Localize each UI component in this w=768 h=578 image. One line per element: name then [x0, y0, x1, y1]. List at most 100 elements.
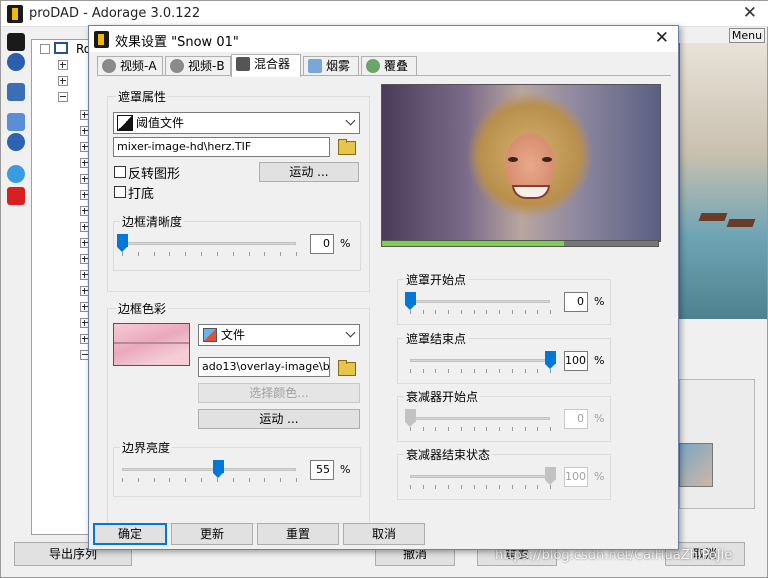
- slider-tick: [201, 252, 203, 256]
- tree-root-toggle[interactable]: [40, 44, 50, 54]
- mask-end-group: 遮罩结束点 100 %: [397, 330, 611, 384]
- mask-end-track[interactable]: [410, 359, 550, 362]
- dialog-titlebar: 效果设置 "Snow 01" ✕: [89, 26, 678, 52]
- effect-preview-image: [381, 84, 661, 242]
- tab-overlay[interactable]: 覆叠: [361, 56, 417, 76]
- update-button[interactable]: 更新: [171, 523, 253, 545]
- mask-end-label: 遮罩结束点: [404, 330, 469, 347]
- slider-tick: [499, 369, 501, 373]
- smoke-icon: [308, 59, 322, 73]
- preview-progress-bar[interactable]: [381, 240, 659, 247]
- main-thumbnail[interactable]: [679, 443, 713, 487]
- edge-sharpness-label: 边框清晰度: [120, 213, 185, 230]
- fader-start-input[interactable]: 0: [564, 409, 588, 429]
- dialog-close-button[interactable]: ✕: [655, 28, 669, 48]
- slider-tick: [435, 427, 437, 431]
- gear-icon[interactable]: [7, 133, 25, 151]
- fader-start-track[interactable]: [410, 417, 550, 420]
- mask-group-label: 遮罩属性: [116, 88, 169, 105]
- fader-end-input[interactable]: 100: [564, 467, 588, 487]
- slider-tick: [185, 252, 187, 256]
- slider-tick: [537, 427, 539, 431]
- border-file-field[interactable]: ado13\overlay-image\back: [198, 357, 330, 377]
- underlay-label: 打底: [128, 187, 155, 202]
- main-close-button[interactable]: ✕: [743, 3, 757, 23]
- slider-tick: [486, 369, 488, 373]
- mask-folder-icon[interactable]: [337, 138, 356, 155]
- slider-tick: [486, 485, 488, 489]
- slider-tick: [410, 310, 411, 314]
- logo-tool-icon[interactable]: [7, 33, 25, 51]
- border-color-group-label: 边框色彩: [116, 300, 169, 317]
- choose-color-button[interactable]: 选择颜色...: [198, 383, 360, 403]
- mask-start-input[interactable]: 0: [564, 292, 588, 312]
- mask-motion-button[interactable]: 运动 ...: [259, 162, 359, 182]
- tab-smoke[interactable]: 烟雾: [303, 56, 359, 76]
- slider-tick: [410, 485, 411, 489]
- underlay-checkbox[interactable]: [114, 186, 126, 198]
- border-source-select[interactable]: 文件: [198, 324, 360, 346]
- slider-tick: [410, 427, 411, 431]
- mask-start-ticks: [410, 310, 551, 315]
- slider-tick: [216, 252, 218, 256]
- fader-end-track[interactable]: [410, 475, 550, 478]
- mask-end-slider[interactable]: [545, 351, 556, 369]
- main-titlebar: proDAD - Adorage 3.0.122 ✕: [1, 1, 768, 27]
- border-brightness-track[interactable]: [122, 468, 296, 471]
- mask-end-input[interactable]: 100: [564, 351, 588, 371]
- slider-tick: [422, 369, 424, 373]
- slider-tick: [499, 485, 501, 489]
- slider-tick: [448, 485, 450, 489]
- border-source-value: 文件: [221, 328, 246, 342]
- fader-end-group: 衰减器结束状态 100 %: [397, 446, 611, 500]
- mask-end-ticks: [410, 369, 551, 374]
- invert-shape-checkbox[interactable]: [114, 166, 126, 178]
- monitor-icon[interactable]: [7, 83, 25, 101]
- help-icon[interactable]: [7, 53, 25, 71]
- edge-sharpness-slider[interactable]: [117, 234, 128, 252]
- tab-video-a[interactable]: 视频-A: [97, 56, 163, 76]
- magnet-icon[interactable]: [7, 113, 25, 131]
- fader-start-slider[interactable]: [405, 409, 416, 427]
- slider-tick: [435, 310, 437, 314]
- tree-toggle[interactable]: [58, 76, 68, 86]
- slider-tick: [473, 485, 475, 489]
- border-brightness-unit: %: [340, 463, 351, 476]
- border-brightness-input[interactable]: 55: [310, 460, 334, 480]
- menu-button[interactable]: Menu: [729, 28, 765, 43]
- slider-tick: [435, 369, 437, 373]
- globe-icon[interactable]: [7, 165, 25, 183]
- border-motion-button[interactable]: 运动 ...: [198, 409, 360, 429]
- slider-tick: [550, 485, 551, 489]
- tab-label: 覆叠: [384, 59, 409, 73]
- mask-start-slider[interactable]: [405, 292, 416, 310]
- slider-tick: [550, 427, 551, 431]
- folder-icon: [54, 42, 68, 54]
- mask-file-field[interactable]: mixer-image-hd\herz.TIF: [113, 137, 330, 157]
- slider-tick: [169, 478, 171, 482]
- border-folder-icon[interactable]: [337, 359, 356, 376]
- edge-sharpness-track[interactable]: [122, 242, 296, 245]
- slider-tick: [185, 478, 187, 482]
- reset-button[interactable]: 重置: [257, 523, 339, 545]
- mask-start-track[interactable]: [410, 300, 550, 303]
- tree-toggle[interactable]: [58, 60, 68, 70]
- border-color-swatch[interactable]: [113, 323, 190, 366]
- mask-type-select[interactable]: 阈值文件: [113, 112, 360, 134]
- effect-tree[interactable]: Ro: [31, 39, 93, 535]
- slider-tick: [201, 478, 203, 482]
- fader-end-slider[interactable]: [545, 467, 556, 485]
- tab-video-b[interactable]: 视频-B: [165, 56, 231, 76]
- cancel-button[interactable]: 取消: [343, 523, 425, 545]
- tree-toggle[interactable]: [58, 92, 68, 102]
- ok-button[interactable]: 确定: [93, 523, 167, 545]
- video-a-icon: [102, 59, 116, 73]
- edge-sharpness-input[interactable]: 0: [310, 234, 334, 254]
- watermark-text: https://blog.csdn.net/CaiHuaZhiPoJie: [495, 548, 733, 563]
- delete-icon[interactable]: [7, 187, 25, 205]
- slider-tick: [499, 310, 501, 314]
- tab-label: 视频-A: [120, 59, 157, 73]
- slider-tick: [448, 427, 450, 431]
- tab-mixer[interactable]: 混合器: [231, 54, 301, 77]
- border-brightness-slider[interactable]: [212, 460, 224, 478]
